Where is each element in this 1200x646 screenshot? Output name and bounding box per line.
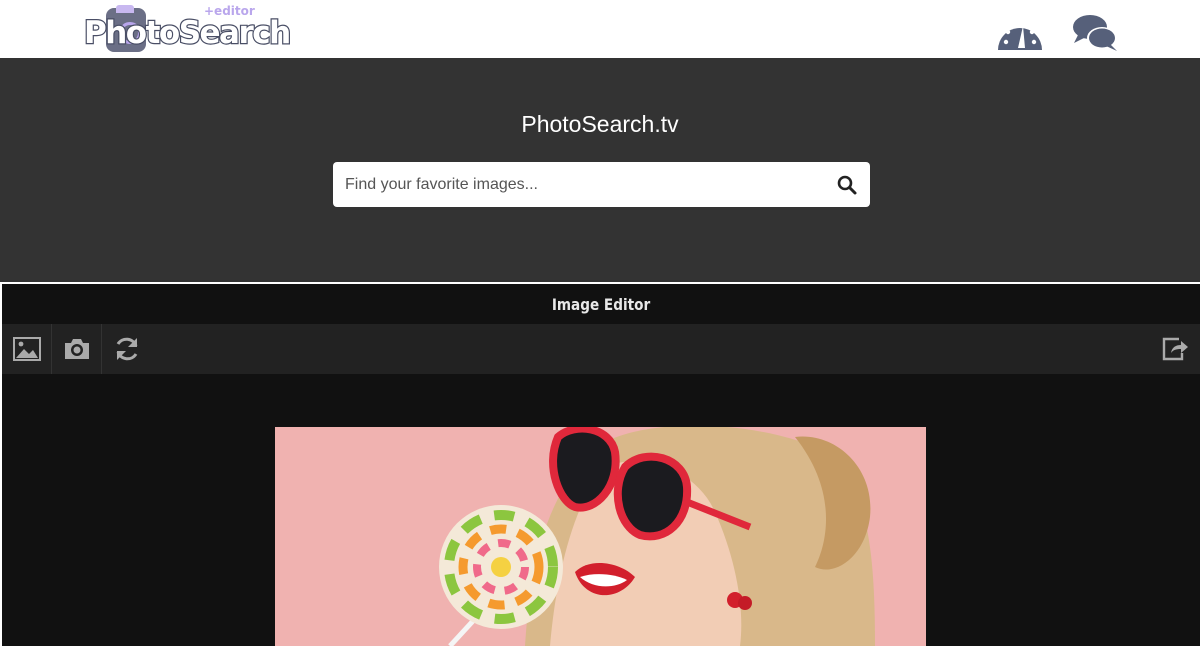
reset-button[interactable] [102, 324, 152, 374]
logo-editor-tag: +editor [204, 4, 255, 18]
share-icon [1162, 337, 1188, 361]
logo-text: PhotoSearch [83, 14, 293, 52]
top-navbar: PhotoSearch +editor [0, 0, 1200, 58]
editor-toolbar [2, 324, 1200, 374]
editor-canvas [2, 374, 1200, 646]
image-icon [13, 337, 41, 361]
editor-photo[interactable] [275, 427, 926, 646]
camera-button[interactable] [52, 324, 102, 374]
refresh-icon [116, 337, 138, 361]
logo[interactable]: PhotoSearch +editor [83, 4, 293, 56]
page-title: PhotoSearch.tv [521, 111, 679, 137]
search-input[interactable] [333, 162, 823, 207]
editor-title: Image Editor [551, 295, 651, 314]
share-button[interactable] [1150, 324, 1200, 374]
open-image-button[interactable] [2, 324, 52, 374]
search-icon[interactable] [836, 174, 858, 196]
chat-icon[interactable] [1070, 12, 1120, 54]
editor-header: Image Editor [2, 284, 1200, 324]
hero-section: PhotoSearch.tv [0, 58, 1200, 282]
camera-icon [65, 339, 89, 359]
photo-illustration [275, 427, 926, 646]
search-bar [333, 162, 870, 207]
dashboard-icon[interactable] [995, 12, 1045, 54]
